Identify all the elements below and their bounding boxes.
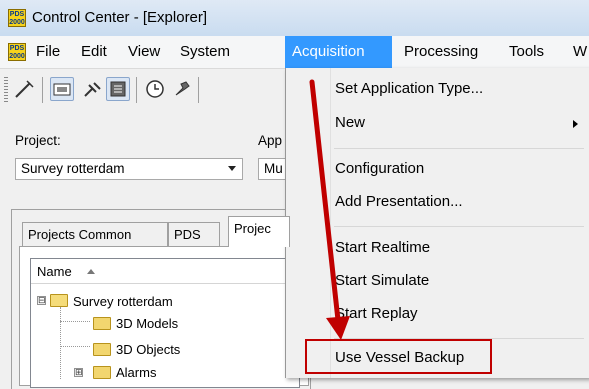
application-select-value: Mu (264, 161, 283, 176)
display-icon[interactable] (50, 77, 74, 101)
menu-processing[interactable]: Processing (404, 43, 478, 60)
title-bar: PDS 2000 Control Center - [Explorer] (0, 0, 589, 37)
system-menu-icon[interactable]: PDS 2000 (8, 43, 26, 61)
list-icon[interactable] (106, 77, 130, 101)
menu-separator (334, 148, 584, 149)
menu-item-configuration[interactable]: Configuration (335, 160, 424, 177)
callout-highlight-box (305, 339, 492, 374)
menu-item-start-simulate[interactable]: Start Simulate (335, 272, 429, 289)
tool-icon[interactable] (170, 77, 194, 101)
folder-icon (93, 343, 111, 356)
menu-window[interactable]: W (573, 43, 587, 60)
toolbar-separator (42, 77, 43, 103)
window-title: Control Center - [Explorer] (32, 9, 208, 26)
menu-item-new[interactable]: New (335, 114, 365, 131)
sort-ascending-icon (87, 269, 95, 274)
menu-item-start-replay[interactable]: Start Replay (335, 305, 418, 322)
folder-icon (93, 366, 111, 379)
chevron-down-icon (228, 166, 236, 171)
project-label: Project: (15, 133, 61, 148)
wand-icon[interactable] (12, 77, 36, 101)
menu-edit[interactable]: Edit (81, 43, 107, 60)
tree-item-3d-models[interactable]: 3D Models (116, 316, 178, 331)
menu-file[interactable]: File (36, 43, 60, 60)
collapse-icon[interactable]: ⊟ (37, 296, 46, 305)
tree-item-3d-objects[interactable]: 3D Objects (116, 342, 180, 357)
acquisition-menu: Set Application Type... New Configuratio… (285, 68, 589, 378)
menu-bar: PDS 2000 File Edit View System Acquisitio… (0, 36, 589, 69)
tree-connector (60, 346, 90, 347)
menu-separator (334, 226, 584, 227)
toolbar-separator (198, 77, 199, 103)
menu-system[interactable]: System (180, 43, 230, 60)
app-logo-icon: PDS 2000 (8, 9, 26, 27)
tab-pds[interactable]: PDS (168, 222, 220, 246)
tab-projects[interactable]: Projec (228, 216, 290, 247)
project-select-value: Survey rotterdam (21, 161, 125, 176)
application-label: App (258, 133, 283, 148)
expand-icon[interactable]: ⊞ (74, 368, 83, 377)
toolbar-separator (136, 77, 137, 103)
clock-icon[interactable] (143, 77, 167, 101)
menu-view[interactable]: View (128, 43, 160, 60)
folder-open-icon (50, 294, 68, 307)
tree-item-survey-rotterdam[interactable]: Survey rotterdam (73, 294, 173, 309)
satellite-icon[interactable] (80, 77, 104, 101)
menu-item-set-application-type[interactable]: Set Application Type... (335, 80, 483, 97)
submenu-arrow-icon (573, 120, 578, 128)
menu-item-start-realtime[interactable]: Start Realtime (335, 239, 430, 256)
folder-icon (93, 317, 111, 330)
tree-connector (60, 321, 90, 322)
tree-column-header[interactable]: Name (31, 259, 299, 284)
menu-acquisition[interactable]: Acquisition (285, 36, 392, 68)
menu-item-add-presentation[interactable]: Add Presentation... (335, 193, 463, 210)
menu-tools[interactable]: Tools (509, 43, 544, 60)
toolbar-grip[interactable] (4, 77, 8, 103)
tab-projects-common[interactable]: Projects Common (22, 222, 168, 246)
toolbar (0, 69, 300, 111)
column-name-label: Name (37, 264, 72, 279)
tree-connector (60, 307, 61, 379)
menu-gutter (330, 68, 331, 378)
project-select[interactable]: Survey rotterdam (15, 158, 243, 180)
